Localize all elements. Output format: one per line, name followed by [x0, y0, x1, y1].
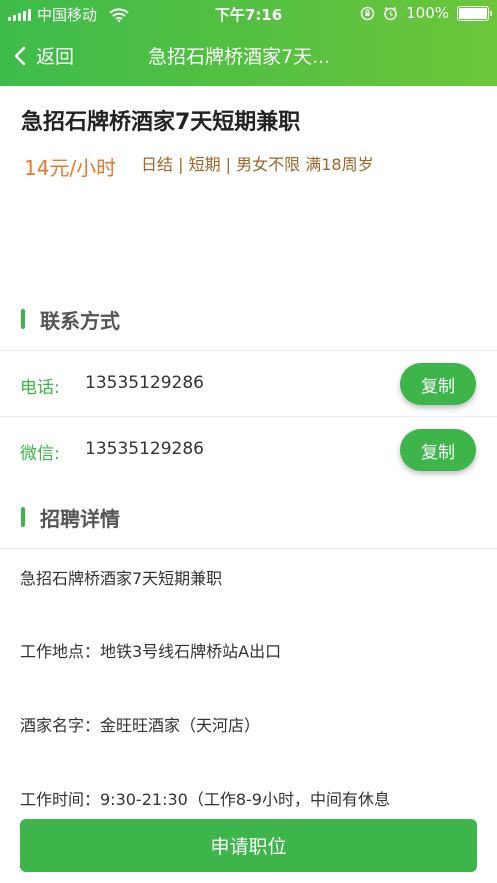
wechat-label: 微信: [20, 444, 60, 464]
page-title: 急招石牌桥酒家7天... [148, 46, 331, 68]
chevron-left-icon [14, 46, 26, 65]
apply-button[interactable]: 申请职位 [20, 819, 477, 872]
phone-label: 电话: [20, 378, 60, 398]
job-tags: 日结 | 短期 | 男女不限 满18周岁 [141, 155, 374, 174]
copy-phone-button[interactable]: 复制 [400, 363, 476, 405]
app-header: 中国移动 下午7:16 100% 返回 急招石牌桥酒家7天... [0, 0, 497, 86]
salary: 14元/小时 [24, 156, 117, 180]
contact-section-title: 联系方式 [40, 308, 120, 333]
detail-line: 酒家名字：金旺旺酒家（天河店） [20, 716, 261, 735]
orientation-lock-icon [360, 6, 375, 20]
contact-row-wechat: 微信: 13535129286 复制 [0, 417, 497, 483]
detail-line: 工作地点：地铁3号线石牌桥站A出口 [20, 642, 282, 661]
nav-bar: 返回 急招石牌桥酒家7天... [0, 28, 497, 86]
back-label: 返回 [36, 46, 75, 68]
battery-icon [457, 5, 492, 21]
battery-percent: 100% [406, 4, 449, 22]
details-section-header: 招聘详情 [0, 497, 497, 537]
job-title: 急招石牌桥酒家7天短期兼职 [21, 110, 301, 135]
detail-line: 急招石牌桥酒家7天短期兼职 [20, 569, 223, 588]
details-section-title: 招聘详情 [40, 506, 120, 531]
section-accent-bar [21, 507, 25, 527]
contact-section-header: 联系方式 [0, 299, 497, 339]
back-button[interactable]: 返回 [14, 42, 74, 69]
alarm-icon [384, 6, 397, 20]
section-accent-bar [21, 309, 25, 329]
phone-value: 13535129286 [85, 373, 204, 393]
contact-row-phone: 电话: 13535129286 复制 [0, 351, 497, 417]
divider [0, 548, 497, 549]
copy-wechat-button[interactable]: 复制 [400, 429, 476, 471]
status-bar: 中国移动 下午7:16 100% [0, 0, 497, 28]
wechat-value: 13535129286 [85, 439, 204, 459]
detail-line: 工作时间：9:30-21:30（工作8-9小时，中间有休息 [20, 790, 390, 809]
